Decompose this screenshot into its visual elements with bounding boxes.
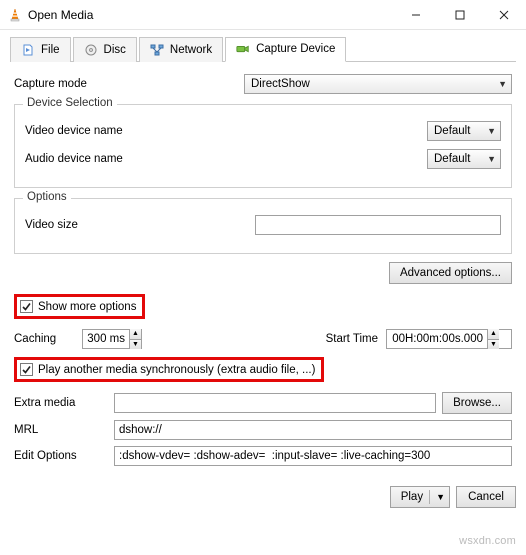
capture-mode-value: DirectShow — [251, 78, 310, 90]
extra-media-input[interactable] — [114, 393, 436, 413]
check-icon — [21, 364, 32, 375]
tab-file[interactable]: File — [10, 37, 71, 62]
audio-device-value: Default — [434, 153, 470, 165]
watermark: wsxdn.com — [459, 535, 516, 547]
show-more-highlight: Show more options — [14, 294, 145, 319]
tab-disc[interactable]: Disc — [73, 37, 137, 62]
dialog-footer: Play ▼ Cancel — [0, 480, 526, 516]
caching-label: Caching — [14, 333, 74, 345]
audio-device-dropdown[interactable]: Default ▼ — [427, 149, 501, 169]
chevron-down-icon: ▼ — [487, 126, 496, 136]
edit-options-input[interactable] — [114, 446, 512, 466]
chevron-down-icon: ▼ — [436, 492, 445, 502]
chevron-down-icon: ▼ — [498, 79, 507, 89]
video-device-value: Default — [434, 125, 470, 137]
minimize-button[interactable] — [394, 0, 438, 30]
video-device-dropdown[interactable]: Default ▼ — [427, 121, 501, 141]
window-title: Open Media — [28, 8, 93, 22]
advanced-options-label: Advanced options... — [400, 267, 501, 279]
spinner-up-icon[interactable]: ▲ — [487, 329, 499, 340]
caching-spinner[interactable]: ▲▼ — [82, 329, 142, 349]
cancel-label: Cancel — [468, 491, 504, 503]
show-more-label: Show more options — [38, 301, 136, 313]
tab-bar: File Disc Network Capture Device — [10, 36, 516, 62]
maximize-button[interactable] — [438, 0, 482, 30]
options-group: Options Video size — [14, 198, 512, 254]
capture-mode-dropdown[interactable]: DirectShow ▼ — [244, 74, 512, 94]
capture-icon — [236, 42, 250, 56]
chevron-down-icon: ▼ — [487, 154, 496, 164]
device-selection-group: Device Selection Video device name Defau… — [14, 104, 512, 188]
tab-disc-label: Disc — [104, 44, 126, 56]
play-another-highlight: Play another media synchronously (extra … — [14, 357, 324, 382]
tab-network-label: Network — [170, 44, 212, 56]
video-device-label: Video device name — [25, 125, 165, 137]
spinner-up-icon[interactable]: ▲ — [129, 329, 141, 340]
play-another-label: Play another media synchronously (extra … — [38, 364, 315, 376]
spinner-down-icon[interactable]: ▼ — [487, 340, 499, 350]
network-icon — [150, 43, 164, 57]
play-another-checkbox-row[interactable]: Play another media synchronously (extra … — [20, 363, 315, 376]
play-button[interactable]: Play ▼ — [390, 486, 450, 508]
mrl-label: MRL — [14, 424, 108, 436]
play-label: Play — [401, 491, 423, 503]
file-icon — [21, 43, 35, 57]
advanced-options-button[interactable]: Advanced options... — [389, 262, 512, 284]
disc-icon — [84, 43, 98, 57]
video-size-input[interactable] — [255, 215, 501, 235]
spinner-buttons[interactable]: ▲▼ — [487, 329, 499, 349]
play-another-checkbox[interactable] — [20, 363, 33, 376]
audio-device-label: Audio device name — [25, 153, 165, 165]
title-bar: Open Media — [0, 0, 526, 30]
options-legend: Options — [23, 191, 71, 203]
tab-capture-device[interactable]: Capture Device — [225, 37, 346, 62]
extra-media-label: Extra media — [14, 397, 108, 409]
browse-button[interactable]: Browse... — [442, 392, 512, 414]
tab-file-label: File — [41, 44, 60, 56]
start-time-input[interactable] — [387, 330, 487, 348]
show-more-checkbox[interactable] — [20, 300, 33, 313]
start-time-spinner[interactable]: ▲▼ — [386, 329, 512, 349]
device-selection-legend: Device Selection — [23, 97, 117, 109]
mrl-input[interactable] — [114, 420, 512, 440]
start-time-label: Start Time — [326, 333, 378, 345]
tab-network[interactable]: Network — [139, 37, 223, 62]
check-icon — [21, 301, 32, 312]
vlc-icon — [8, 8, 22, 22]
capture-mode-label: Capture mode — [14, 78, 244, 90]
video-size-label: Video size — [25, 219, 255, 231]
show-more-checkbox-row[interactable]: Show more options — [20, 300, 136, 313]
spinner-down-icon[interactable]: ▼ — [129, 340, 141, 350]
spinner-buttons[interactable]: ▲▼ — [129, 329, 141, 349]
cancel-button[interactable]: Cancel — [456, 486, 516, 508]
edit-options-label: Edit Options — [14, 450, 108, 462]
separator — [429, 490, 430, 504]
close-button[interactable] — [482, 0, 526, 30]
browse-label: Browse... — [453, 397, 501, 409]
caching-input[interactable] — [83, 330, 129, 348]
tab-capture-label: Capture Device — [256, 43, 335, 55]
